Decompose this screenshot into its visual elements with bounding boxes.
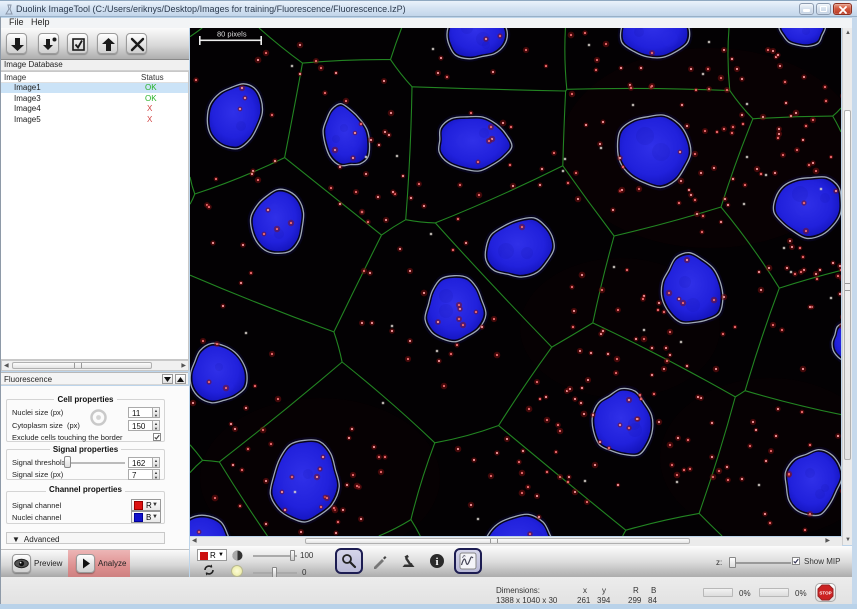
svg-text:STOP: STOP <box>819 591 831 596</box>
svg-text:80 pixels: 80 pixels <box>217 30 247 39</box>
svg-text:i: i <box>435 556 438 568</box>
